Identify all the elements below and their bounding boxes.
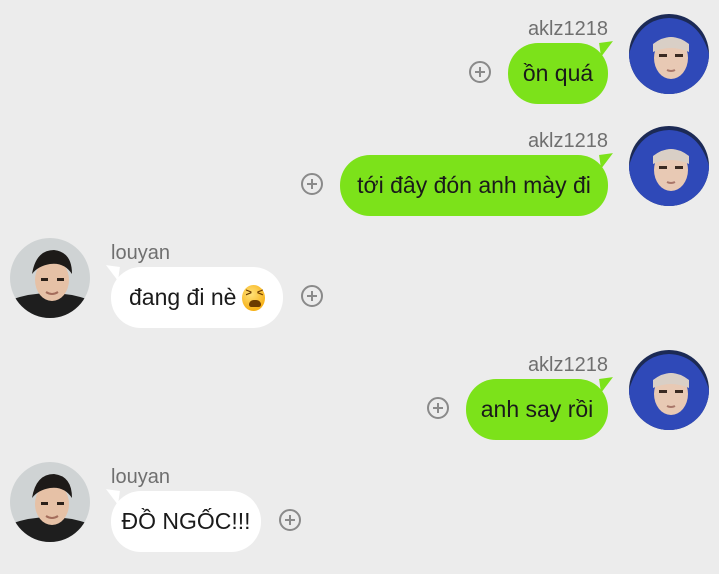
plus-circle-icon[interactable] bbox=[427, 397, 449, 419]
sender-name: louyan bbox=[111, 242, 170, 264]
chat-message-incoming: louyan đang đi nè bbox=[0, 238, 719, 350]
message-bubble[interactable]: tới đây đón anh mày đi bbox=[340, 155, 608, 216]
plus-circle-icon[interactable] bbox=[301, 285, 323, 307]
chat-message-outgoing: aklz1218 ồn quá bbox=[0, 14, 719, 126]
message-bubble[interactable]: đang đi nè bbox=[111, 267, 283, 328]
chat-message-outgoing: aklz1218 anh say rồi bbox=[0, 350, 719, 462]
tired-face-emoji bbox=[242, 284, 265, 311]
message-bubble[interactable]: ĐỒ NGỐC!!! bbox=[111, 491, 261, 552]
avatar-louyan[interactable] bbox=[10, 238, 90, 318]
plus-circle-icon[interactable] bbox=[469, 61, 491, 83]
avatar-aklz1218[interactable] bbox=[629, 350, 709, 430]
chat-message-outgoing: aklz1218 tới đây đón anh mày đi bbox=[0, 126, 719, 238]
message-bubble[interactable]: anh say rồi bbox=[466, 379, 608, 440]
plus-circle-icon[interactable] bbox=[279, 509, 301, 531]
sender-name: louyan bbox=[111, 466, 170, 488]
avatar-louyan[interactable] bbox=[10, 462, 90, 542]
sender-name: aklz1218 bbox=[527, 130, 608, 152]
chat-message-incoming: louyan ĐỒ NGỐC!!! bbox=[0, 462, 719, 574]
message-text: đang đi nè bbox=[129, 284, 237, 310]
sender-name: aklz1218 bbox=[527, 354, 608, 376]
avatar-aklz1218[interactable] bbox=[629, 14, 709, 94]
plus-circle-icon[interactable] bbox=[301, 173, 323, 195]
message-bubble[interactable]: ồn quá bbox=[508, 43, 608, 104]
sender-name: aklz1218 bbox=[527, 18, 608, 40]
avatar-aklz1218[interactable] bbox=[629, 126, 709, 206]
